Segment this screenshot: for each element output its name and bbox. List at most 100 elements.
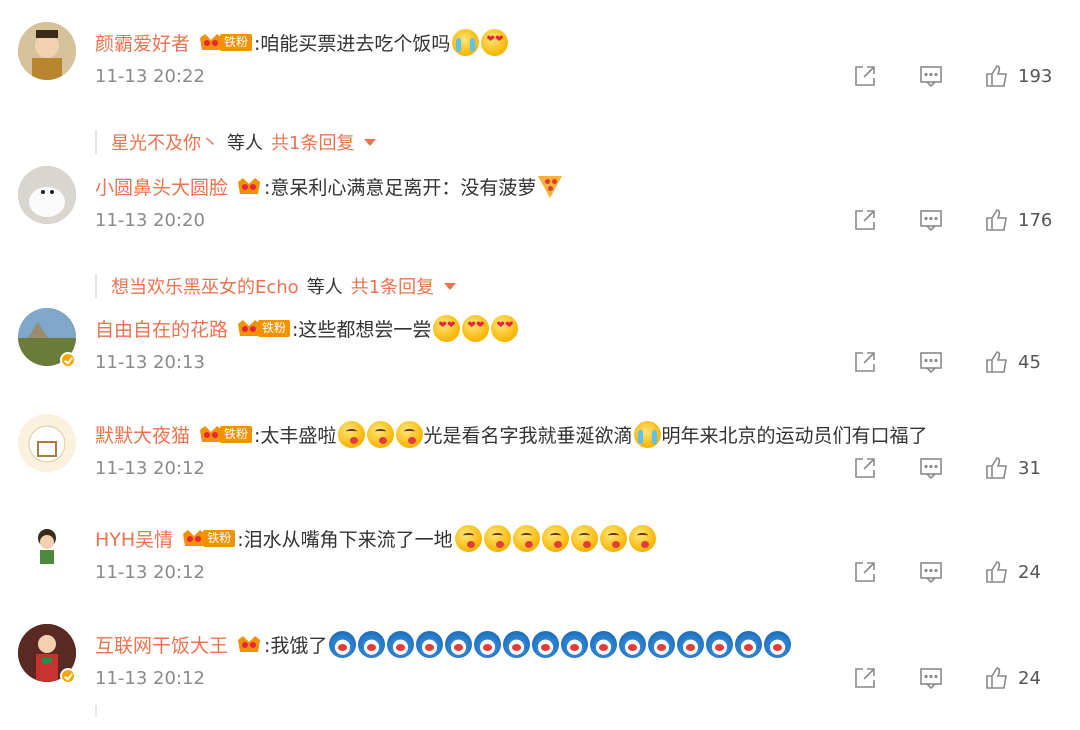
comment-actions: 45 <box>812 348 1054 376</box>
share-icon[interactable] <box>852 559 878 585</box>
doraemon-emoji-icon <box>764 630 792 658</box>
share-icon[interactable] <box>852 349 878 375</box>
chevron-down-icon[interactable] <box>364 138 377 146</box>
comment-text: 光是看名字我就垂涎欲滴 <box>423 424 633 447</box>
comment-icon[interactable] <box>918 63 944 89</box>
username[interactable]: 小圆鼻头大圆脸 <box>95 173 228 200</box>
fan-crown-icon <box>198 32 224 52</box>
thumbs-up-icon[interactable] <box>984 665 1010 691</box>
heart-eyes-emoji-icon <box>481 28 509 56</box>
share-icon[interactable] <box>852 455 878 481</box>
comment-icon[interactable] <box>918 207 944 233</box>
drool-emoji-icon <box>338 420 366 448</box>
comment-actions: 193 <box>812 62 1054 90</box>
fan-crown-icon <box>181 528 207 548</box>
reply-mid-label: 等人 <box>227 133 263 154</box>
comment-actions: 24 <box>812 558 1054 586</box>
avatar[interactable] <box>18 22 76 80</box>
share-icon[interactable] <box>852 63 878 89</box>
reply-mid-label: 等人 <box>306 277 343 298</box>
share-icon[interactable] <box>852 665 878 691</box>
reply-summary[interactable]: 想当欢乐黑巫女的Echo 等人 共1条回复 <box>95 273 457 299</box>
avatar[interactable] <box>18 166 76 224</box>
fan-level-label: 铁粉 <box>220 425 253 443</box>
share-icon[interactable] <box>852 207 878 233</box>
doraemon-emoji-icon <box>648 630 676 658</box>
reply-user[interactable]: 想当欢乐黑巫女的Echo <box>111 273 299 299</box>
drool-emoji-icon <box>599 524 627 552</box>
comment-actions: 31 <box>812 454 1054 482</box>
thumbs-up-icon[interactable] <box>984 349 1010 375</box>
like-count: 24 <box>1018 667 1041 689</box>
doraemon-emoji-icon <box>358 630 386 658</box>
comment-text: :太丰盛啦 <box>254 424 337 447</box>
reply-total-link[interactable]: 共1条回复 <box>351 273 434 299</box>
comment-item: 默默大夜猫 铁粉 :太丰盛啦 光是看名字我就垂涎欲滴 明年来北京的运动员们有口福… <box>0 414 1080 520</box>
comment-icon[interactable] <box>918 559 944 585</box>
comment-item: 自由自在的花路 铁粉 :这些都想尝一尝 11-13 20:13 45 <box>0 308 1080 414</box>
comment-line: 颜霸爱好者 铁粉 :咱能买票进去吃个饭吗 <box>95 26 509 58</box>
comment-icon[interactable] <box>918 349 944 375</box>
like-count: 45 <box>1018 351 1041 373</box>
drool-emoji-icon <box>628 524 656 552</box>
doraemon-emoji-icon <box>735 630 763 658</box>
thumbs-up-icon[interactable] <box>984 455 1010 481</box>
reply-user[interactable]: 星光不及你丶 <box>111 129 219 155</box>
doraemon-emoji-icon <box>706 630 734 658</box>
username[interactable]: 颜霸爱好者 <box>95 29 190 56</box>
doraemon-emoji-icon <box>561 630 589 658</box>
like-count: 31 <box>1018 457 1041 479</box>
fan-badge <box>236 176 262 196</box>
fan-crown-icon <box>236 634 262 654</box>
thumbs-up-icon[interactable] <box>984 559 1010 585</box>
drool-emoji-icon <box>396 420 424 448</box>
comment-line: 小圆鼻头大圆脸 :意呆利心满意足离开：没有菠萝 <box>95 170 563 202</box>
fan-badge: 铁粉 <box>181 528 236 548</box>
fan-crown-icon <box>236 318 262 338</box>
doraemon-emoji-icon <box>445 630 473 658</box>
comment-line: HYH吴情 铁粉 :泪水从嘴角下来流了一地 <box>95 522 656 554</box>
drool-emoji-icon <box>367 420 395 448</box>
crying-emoji-icon <box>634 420 662 448</box>
drool-emoji-icon <box>454 524 482 552</box>
timestamp: 11-13 20:20 <box>95 210 205 231</box>
doraemon-emoji-icon <box>590 630 618 658</box>
next-reply-summary-cutoff <box>95 705 357 717</box>
comment-text: :咱能买票进去吃个饭吗 <box>254 32 451 55</box>
fan-level-label: 铁粉 <box>220 33 253 51</box>
fan-badge: 铁粉 <box>198 424 253 444</box>
chevron-down-icon[interactable] <box>444 282 457 290</box>
reply-total-link[interactable]: 共1条回复 <box>271 129 354 155</box>
scream-emoji-icon <box>452 28 480 56</box>
drool-emoji-icon <box>512 524 540 552</box>
timestamp: 11-13 20:22 <box>95 66 205 87</box>
comment-icon[interactable] <box>918 455 944 481</box>
avatar[interactable] <box>18 414 76 472</box>
comment-text: :意呆利心满意足离开：没有菠萝 <box>264 176 537 199</box>
thumbs-up-icon[interactable] <box>984 63 1010 89</box>
thumbs-up-icon[interactable] <box>984 207 1010 233</box>
like-count: 176 <box>1018 209 1053 231</box>
username[interactable]: 互联网干饭大王 <box>95 631 228 658</box>
username[interactable]: 默默大夜猫 <box>95 421 190 448</box>
comment-item: 小圆鼻头大圆脸 :意呆利心满意足离开：没有菠萝 11-13 20:20 176 … <box>0 166 1080 298</box>
comment-actions: 24 <box>812 664 1054 692</box>
comment-line: 默默大夜猫 铁粉 :太丰盛啦 光是看名字我就垂涎欲滴 明年来北京的运动员们有口福… <box>95 418 927 450</box>
username[interactable]: 自由自在的花路 <box>95 315 228 342</box>
fan-badge: 铁粉 <box>236 318 291 338</box>
heart-eyes-emoji-icon <box>491 314 519 342</box>
timestamp: 11-13 20:12 <box>95 562 205 583</box>
heart-eyes-emoji-icon <box>433 314 461 342</box>
timestamp: 11-13 20:13 <box>95 352 205 373</box>
reply-summary[interactable]: 星光不及你丶 等人 共1条回复 <box>95 129 377 155</box>
doraemon-emoji-icon <box>532 630 560 658</box>
fan-crown-icon <box>236 176 262 196</box>
doraemon-emoji-icon <box>503 630 531 658</box>
username[interactable]: HYH吴情 <box>95 525 173 552</box>
comment-line: 自由自在的花路 铁粉 :这些都想尝一尝 <box>95 312 519 344</box>
fan-badge: 铁粉 <box>198 32 253 52</box>
comment-icon[interactable] <box>918 665 944 691</box>
avatar[interactable] <box>18 518 76 576</box>
comment-item: HYH吴情 铁粉 :泪水从嘴角下来流了一地 11-13 20:12 24 <box>0 518 1080 624</box>
comment-item: 颜霸爱好者 铁粉 :咱能买票进去吃个饭吗 11-13 20:22 193 星光不… <box>0 22 1080 154</box>
